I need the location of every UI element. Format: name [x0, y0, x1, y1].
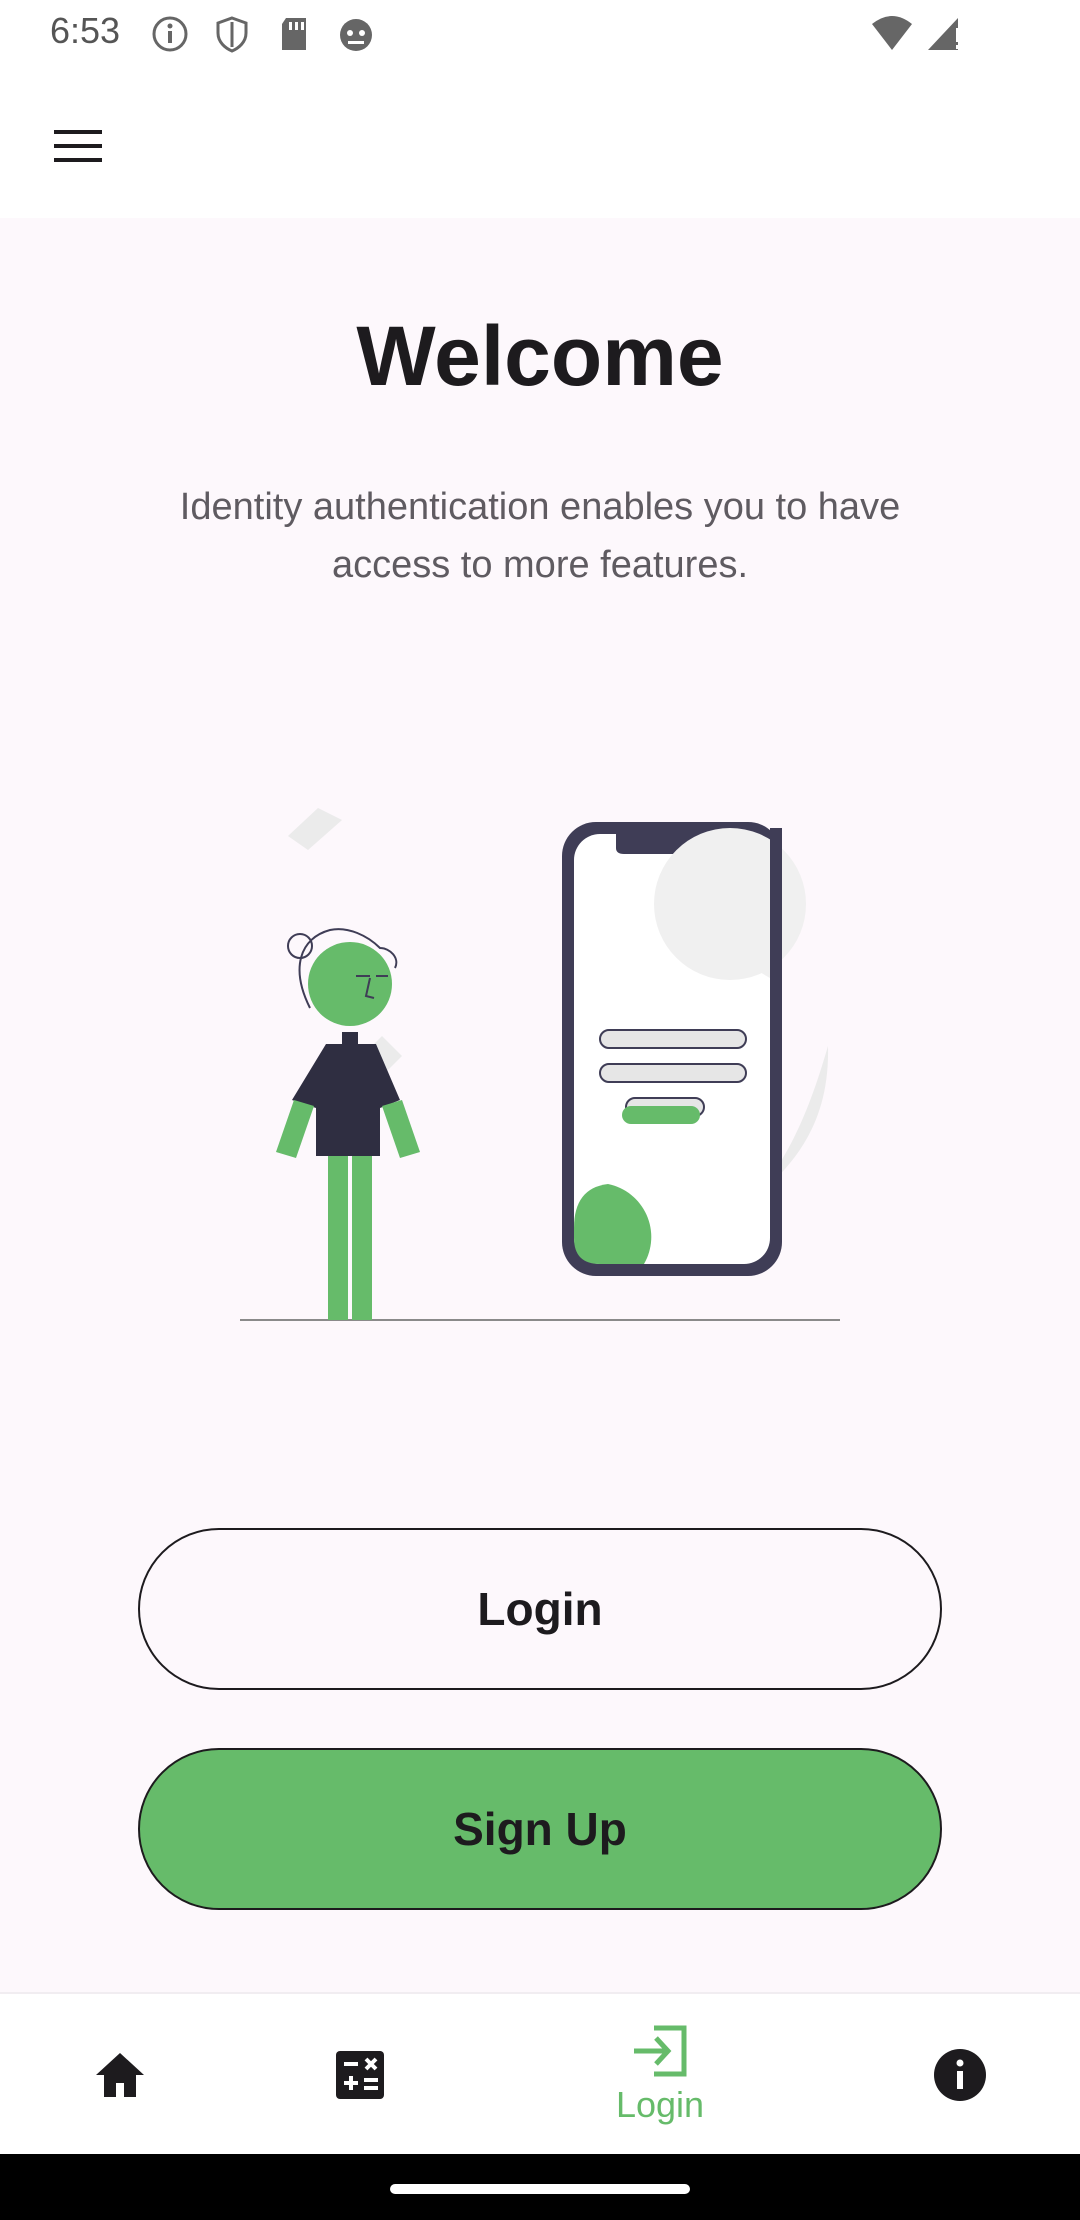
main-content: Welcome Identity authentication enables …	[0, 218, 1080, 1992]
info-icon	[934, 2049, 986, 2101]
login-illustration	[240, 808, 840, 1321]
hamburger-menu-icon	[54, 130, 102, 162]
android-status-icon	[336, 14, 376, 54]
page-subtitle: Identity authentication enables you to h…	[179, 486, 901, 586]
status-bar: 6:53	[0, 0, 1080, 66]
sign-up-button[interactable]: Sign Up	[138, 1748, 942, 1910]
info-status-icon	[150, 14, 190, 54]
calculator-icon	[336, 2051, 384, 2099]
shield-status-icon	[212, 14, 252, 54]
home-icon	[96, 2053, 144, 2097]
home-gesture-handle[interactable]	[390, 2184, 690, 2194]
sd-card-status-icon	[274, 14, 314, 54]
login-button[interactable]: Login	[138, 1528, 942, 1690]
nav-item-info[interactable]	[900, 1994, 1020, 2156]
nav-item-home[interactable]	[60, 1994, 180, 2156]
wifi-icon	[870, 14, 914, 54]
cellular-signal-icon	[926, 14, 962, 54]
status-time: 6:53	[50, 10, 121, 51]
app-bar	[0, 66, 1080, 218]
nav-item-login-label: Login	[615, 2084, 705, 2125]
menu-button[interactable]	[40, 108, 116, 184]
status-system-icons	[870, 14, 962, 54]
page-title: Welcome	[356, 309, 724, 403]
login-icon	[634, 2025, 687, 2077]
nav-item-calculator[interactable]	[300, 1994, 420, 2156]
nav-item-login[interactable]: Login	[580, 1994, 740, 2156]
status-notification-icons	[150, 14, 376, 54]
bottom-navigation: Login	[0, 1992, 1080, 2154]
screen: 6:53 Welcome Identity authentication ena…	[0, 0, 1080, 2220]
system-navigation-bar	[0, 2154, 1080, 2220]
